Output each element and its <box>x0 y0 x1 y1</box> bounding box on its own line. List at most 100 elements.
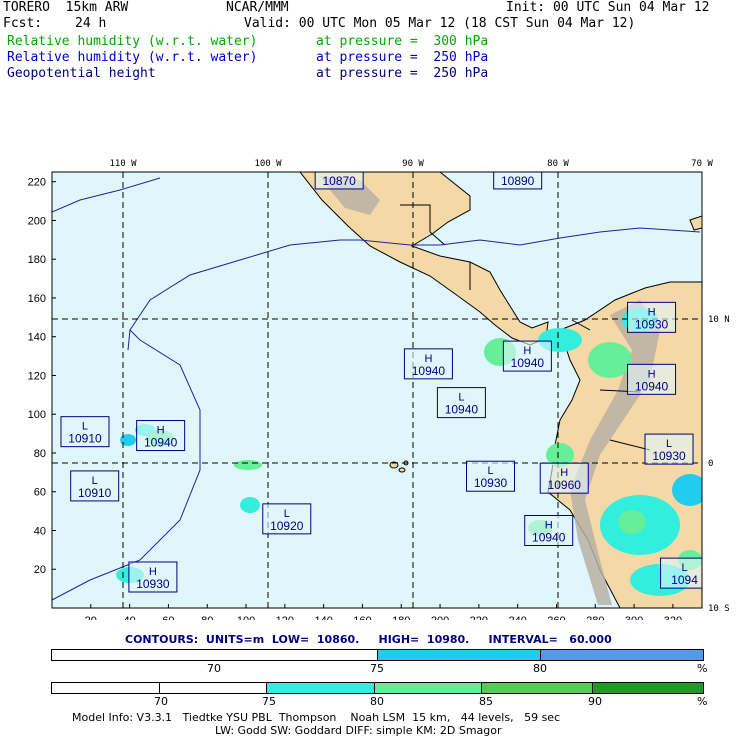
pressure-system-value: 10920 <box>270 519 304 533</box>
colorbar-segment <box>52 683 160 693</box>
pressure-system-low: L10920 <box>262 503 312 535</box>
bar1-label-75: 75 <box>370 662 384 675</box>
pressure-system-high: H10940 <box>136 420 186 452</box>
pressure-system-low: L1094 <box>660 557 702 589</box>
field-1-name: Relative humidity (w.r.t. water) <box>7 34 258 49</box>
pressure-system-low: L10870 <box>314 172 364 190</box>
bar2-label-75: 75 <box>262 695 276 708</box>
pressure-system-value: 10940 <box>144 436 178 450</box>
init-time: Init: 00 UTC Sun 04 Mar 12 <box>506 0 710 15</box>
lon-label-70w: 70 W <box>691 159 713 169</box>
x-tick-label: 120 <box>276 615 294 620</box>
colorbar-segment <box>482 683 594 693</box>
pressure-system-high: H10890 <box>493 172 543 190</box>
bar1-label-pct: % <box>697 662 708 675</box>
contour-info: CONTOURS: UNITS=m LOW= 10860. HIGH= 1098… <box>125 633 612 646</box>
colorbar-segment <box>593 683 703 693</box>
pressure-system-value: 10940 <box>511 356 545 370</box>
model-info-line-2: LW: Godd SW: Goddard DIFF: simple KM: 2D… <box>215 724 502 737</box>
bar2-label-80: 80 <box>370 695 384 708</box>
rh-250-colorbar <box>51 682 704 694</box>
x-tick-label: 200 <box>431 615 449 620</box>
bar2-label-pct: % <box>697 695 708 708</box>
colorbar-segment <box>159 683 268 693</box>
x-tick-label: 300 <box>625 615 643 620</box>
pressure-system-low: L10930 <box>466 460 516 492</box>
x-tick-label: 240 <box>508 615 526 620</box>
y-tick-label: 60 <box>34 487 46 499</box>
field-2-level: at pressure = 250 hPa <box>316 50 489 65</box>
x-tick-label: 60 <box>162 615 174 620</box>
pressure-system-value: 10930 <box>635 317 669 331</box>
bar2-label-85: 85 <box>479 695 493 708</box>
lon-label-80w: 80 W <box>547 159 569 169</box>
y-tick-label: 120 <box>28 370 46 382</box>
pressure-system-high: H10940 <box>627 363 677 395</box>
pressure-system-high: H10940 <box>403 348 453 380</box>
pressure-system-value: 10930 <box>136 577 170 591</box>
map-plot: L10870H10890H10930H10940H10940H10940L109… <box>28 159 730 620</box>
colorbar-segment <box>540 650 703 660</box>
lon-label-110w: 110 W <box>109 159 137 169</box>
field-3-name: Geopotential height <box>7 66 156 81</box>
x-tick-label: 220 <box>470 615 488 620</box>
pressure-system-high: H10930 <box>627 301 677 333</box>
longitude-labels: 110 W 100 W 90 W 80 W 70 W <box>109 159 713 169</box>
forecast-hours: 24 h <box>75 16 107 31</box>
x-tick-label: 320 <box>664 615 682 620</box>
field-2-name: Relative humidity (w.r.t. water) <box>7 50 258 65</box>
model-name: TORERO 15km ARW <box>3 0 129 15</box>
pressure-system-value: 10940 <box>445 403 479 417</box>
lat-label-0: 0 <box>708 459 713 469</box>
x-tick-label: 260 <box>547 615 565 620</box>
pressure-system-value: 10910 <box>68 432 102 446</box>
pressure-system-high: H10940 <box>502 340 552 372</box>
pressure-system-value: 10930 <box>652 449 686 463</box>
colorbar-segment <box>267 683 375 693</box>
rh-300-colorbar <box>51 649 704 661</box>
y-tick-label: 80 <box>34 448 46 460</box>
pressure-system-value: 10890 <box>501 174 535 188</box>
x-tick-label: 40 <box>123 615 135 620</box>
x-tick-label: 80 <box>201 615 213 620</box>
y-tick-label: 160 <box>28 293 46 305</box>
colorbar-segment <box>52 650 378 660</box>
x-tick-label: 280 <box>586 615 604 620</box>
colorbar-segment <box>377 650 541 660</box>
pressure-system-high: H10960 <box>539 462 589 494</box>
lat-label-10s: 10 S <box>708 604 730 614</box>
pressure-system-value: 10960 <box>548 478 582 492</box>
y-tick-label: 140 <box>28 332 46 344</box>
contour-interval: INTERVAL= 60.000 <box>488 633 612 646</box>
pressure-system-low: L10910 <box>60 416 110 448</box>
x-tick-label: 100 <box>237 615 255 620</box>
y-tick-label: 20 <box>34 564 46 576</box>
field-3-level: at pressure = 250 hPa <box>316 66 489 81</box>
pressure-system-high: H10940 <box>524 514 574 546</box>
pressure-system-value: 10940 <box>635 379 669 393</box>
pressure-system-value: 10870 <box>322 174 356 188</box>
contour-low: LOW= 10860. <box>271 633 360 646</box>
contour-label: CONTOURS: <box>125 633 199 646</box>
y-tick-label: 220 <box>28 177 46 189</box>
pressure-system-low: L10940 <box>436 387 486 419</box>
contour-high: HIGH= 10980. <box>378 633 470 646</box>
pressure-system-value: 10940 <box>412 364 446 378</box>
bar2-label-70: 70 <box>154 695 168 708</box>
bar1-label-80: 80 <box>533 662 547 675</box>
y-tick-label: 40 <box>34 525 46 537</box>
pressure-system-value: 10930 <box>474 476 508 490</box>
pressure-system-value: 10910 <box>78 486 112 500</box>
colorbar-segment <box>374 683 483 693</box>
valid-time: Valid: 00 UTC Mon 05 Mar 12 (18 CST Sun … <box>244 16 636 31</box>
y-tick-label: 200 <box>28 215 46 227</box>
bar2-label-90: 90 <box>588 695 602 708</box>
y-tick-label: 100 <box>28 409 46 421</box>
weather-map-panel: { "header": { "model": "TORERO 15km ARW"… <box>0 0 740 740</box>
pressure-system-high: H10930 <box>128 561 178 593</box>
bar1-label-70: 70 <box>207 662 221 675</box>
contour-units: UNITS=m <box>205 633 265 646</box>
y-tick-label: 180 <box>28 254 46 266</box>
latitude-labels: 10 N 0 10 S <box>708 315 730 614</box>
lon-label-100w: 100 W <box>254 159 282 169</box>
